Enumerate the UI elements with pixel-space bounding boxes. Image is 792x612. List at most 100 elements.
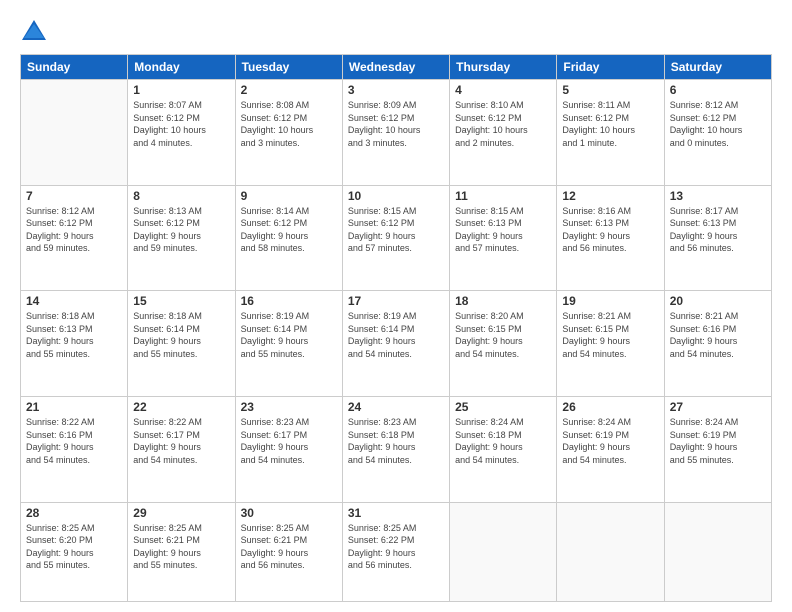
day-number: 23: [241, 400, 337, 414]
calendar-cell: 28 Sunrise: 8:25 AM Sunset: 6:20 PM Dayli…: [21, 502, 128, 601]
day-header-sunday: Sunday: [21, 55, 128, 80]
day-info: Sunrise: 8:17 AM Sunset: 6:13 PM Dayligh…: [670, 205, 766, 255]
day-number: 19: [562, 294, 658, 308]
day-number: 25: [455, 400, 551, 414]
day-header-monday: Monday: [128, 55, 235, 80]
day-number: 26: [562, 400, 658, 414]
day-number: 28: [26, 506, 122, 520]
calendar-cell: 26 Sunrise: 8:24 AM Sunset: 6:19 PM Dayli…: [557, 396, 664, 502]
day-number: 9: [241, 189, 337, 203]
day-info: Sunrise: 8:12 AM Sunset: 6:12 PM Dayligh…: [26, 205, 122, 255]
day-info: Sunrise: 8:15 AM Sunset: 6:12 PM Dayligh…: [348, 205, 444, 255]
day-info: Sunrise: 8:18 AM Sunset: 6:14 PM Dayligh…: [133, 310, 229, 360]
calendar-cell: 18Sunrise: 8:20 AM Sunset: 6:15 PM Dayli…: [450, 291, 557, 397]
day-number: 17: [348, 294, 444, 308]
day-info: Sunrise: 8:15 AM Sunset: 6:13 PM Dayligh…: [455, 205, 551, 255]
day-info: Sunrise: 8:23 AM Sunset: 6:18 PM Dayligh…: [348, 416, 444, 466]
calendar-cell: 9 Sunrise: 8:14 AM Sunset: 6:12 PM Daylig…: [235, 185, 342, 291]
day-number: 5: [562, 83, 658, 97]
day-info: Sunrise: 8:14 AM Sunset: 6:12 PM Dayligh…: [241, 205, 337, 255]
day-info: Sunrise: 8:21 AM Sunset: 6:16 PM Dayligh…: [670, 310, 766, 360]
day-number: 27: [670, 400, 766, 414]
day-header-tuesday: Tuesday: [235, 55, 342, 80]
day-info: Sunrise: 8:21 AM Sunset: 6:15 PM Dayligh…: [562, 310, 658, 360]
day-info: Sunrise: 8:23 AM Sunset: 6:17 PM Dayligh…: [241, 416, 337, 466]
calendar-cell: 1 Sunrise: 8:07 AM Sunset: 6:12 PM Daylig…: [128, 80, 235, 186]
day-number: 6: [670, 83, 766, 97]
day-info: Sunrise: 8:25 AM Sunset: 6:21 PM Dayligh…: [241, 522, 337, 572]
day-info: Sunrise: 8:07 AM Sunset: 6:12 PM Dayligh…: [133, 99, 229, 149]
day-number: 18: [455, 294, 551, 308]
day-info: Sunrise: 8:24 AM Sunset: 6:19 PM Dayligh…: [670, 416, 766, 466]
day-header-thursday: Thursday: [450, 55, 557, 80]
calendar-cell: 31 Sunrise: 8:25 AM Sunset: 6:22 PM Dayli…: [342, 502, 449, 601]
day-info: Sunrise: 8:12 AM Sunset: 6:12 PM Dayligh…: [670, 99, 766, 149]
calendar-body: 1 Sunrise: 8:07 AM Sunset: 6:12 PM Daylig…: [21, 80, 772, 602]
day-number: 20: [670, 294, 766, 308]
calendar-cell: 8Sunrise: 8:13 AM Sunset: 6:12 PM Daylig…: [128, 185, 235, 291]
calendar-cell: 3 Sunrise: 8:09 AM Sunset: 6:12 PM Daylig…: [342, 80, 449, 186]
day-number: 8: [133, 189, 229, 203]
day-number: 21: [26, 400, 122, 414]
calendar-cell: 14 Sunrise: 8:18 AM Sunset: 6:13 PM Dayli…: [21, 291, 128, 397]
day-info: Sunrise: 8:22 AM Sunset: 6:16 PM Dayligh…: [26, 416, 122, 466]
day-number: 31: [348, 506, 444, 520]
day-info: Sunrise: 8:09 AM Sunset: 6:12 PM Dayligh…: [348, 99, 444, 149]
calendar-cell: 15 Sunrise: 8:18 AM Sunset: 6:14 PM Dayli…: [128, 291, 235, 397]
calendar-cell: 19 Sunrise: 8:21 AM Sunset: 6:15 PM Dayli…: [557, 291, 664, 397]
day-number: 13: [670, 189, 766, 203]
logo-icon: [20, 18, 48, 46]
day-number: 11: [455, 189, 551, 203]
day-info: Sunrise: 8:24 AM Sunset: 6:19 PM Dayligh…: [562, 416, 658, 466]
calendar-cell: 4Sunrise: 8:10 AM Sunset: 6:12 PM Daylig…: [450, 80, 557, 186]
day-number: 7: [26, 189, 122, 203]
calendar-cell: [664, 502, 771, 601]
day-info: Sunrise: 8:16 AM Sunset: 6:13 PM Dayligh…: [562, 205, 658, 255]
calendar-cell: 10 Sunrise: 8:15 AM Sunset: 6:12 PM Dayli…: [342, 185, 449, 291]
calendar-cell: 24 Sunrise: 8:23 AM Sunset: 6:18 PM Dayli…: [342, 396, 449, 502]
day-number: 29: [133, 506, 229, 520]
day-info: Sunrise: 8:18 AM Sunset: 6:13 PM Dayligh…: [26, 310, 122, 360]
calendar-cell: 25 Sunrise: 8:24 AM Sunset: 6:18 PM Dayli…: [450, 396, 557, 502]
day-number: 12: [562, 189, 658, 203]
calendar-cell: 6 Sunrise: 8:12 AM Sunset: 6:12 PM Daylig…: [664, 80, 771, 186]
header: [20, 18, 772, 46]
day-info: Sunrise: 8:19 AM Sunset: 6:14 PM Dayligh…: [348, 310, 444, 360]
calendar-cell: [21, 80, 128, 186]
week-row-5: 28 Sunrise: 8:25 AM Sunset: 6:20 PM Dayli…: [21, 502, 772, 601]
day-number: 10: [348, 189, 444, 203]
day-info: Sunrise: 8:19 AM Sunset: 6:14 PM Dayligh…: [241, 310, 337, 360]
calendar-cell: 11 Sunrise: 8:15 AM Sunset: 6:13 PM Dayli…: [450, 185, 557, 291]
day-info: Sunrise: 8:25 AM Sunset: 6:22 PM Dayligh…: [348, 522, 444, 572]
calendar-cell: 12 Sunrise: 8:16 AM Sunset: 6:13 PM Dayli…: [557, 185, 664, 291]
week-row-2: 7 Sunrise: 8:12 AM Sunset: 6:12 PM Daylig…: [21, 185, 772, 291]
day-number: 15: [133, 294, 229, 308]
day-number: 1: [133, 83, 229, 97]
day-info: Sunrise: 8:22 AM Sunset: 6:17 PM Dayligh…: [133, 416, 229, 466]
day-number: 14: [26, 294, 122, 308]
day-number: 22: [133, 400, 229, 414]
day-info: Sunrise: 8:24 AM Sunset: 6:18 PM Dayligh…: [455, 416, 551, 466]
calendar-cell: [557, 502, 664, 601]
page: SundayMondayTuesdayWednesdayThursdayFrid…: [0, 0, 792, 612]
day-info: Sunrise: 8:25 AM Sunset: 6:20 PM Dayligh…: [26, 522, 122, 572]
day-info: Sunrise: 8:25 AM Sunset: 6:21 PM Dayligh…: [133, 522, 229, 572]
logo: [20, 18, 52, 46]
calendar-cell: 30Sunrise: 8:25 AM Sunset: 6:21 PM Dayli…: [235, 502, 342, 601]
day-info: Sunrise: 8:10 AM Sunset: 6:12 PM Dayligh…: [455, 99, 551, 149]
days-header: SundayMondayTuesdayWednesdayThursdayFrid…: [21, 55, 772, 80]
day-number: 2: [241, 83, 337, 97]
day-header-friday: Friday: [557, 55, 664, 80]
day-header-wednesday: Wednesday: [342, 55, 449, 80]
calendar-cell: 20 Sunrise: 8:21 AM Sunset: 6:16 PM Dayli…: [664, 291, 771, 397]
calendar-cell: 7 Sunrise: 8:12 AM Sunset: 6:12 PM Daylig…: [21, 185, 128, 291]
week-row-1: 1 Sunrise: 8:07 AM Sunset: 6:12 PM Daylig…: [21, 80, 772, 186]
calendar-cell: 29 Sunrise: 8:25 AM Sunset: 6:21 PM Dayli…: [128, 502, 235, 601]
calendar-cell: 2Sunrise: 8:08 AM Sunset: 6:12 PM Daylig…: [235, 80, 342, 186]
day-number: 3: [348, 83, 444, 97]
day-info: Sunrise: 8:11 AM Sunset: 6:12 PM Dayligh…: [562, 99, 658, 149]
calendar-cell: 23 Sunrise: 8:23 AM Sunset: 6:17 PM Dayli…: [235, 396, 342, 502]
calendar-cell: 13 Sunrise: 8:17 AM Sunset: 6:13 PM Dayli…: [664, 185, 771, 291]
calendar-cell: 17 Sunrise: 8:19 AM Sunset: 6:14 PM Dayli…: [342, 291, 449, 397]
day-number: 24: [348, 400, 444, 414]
